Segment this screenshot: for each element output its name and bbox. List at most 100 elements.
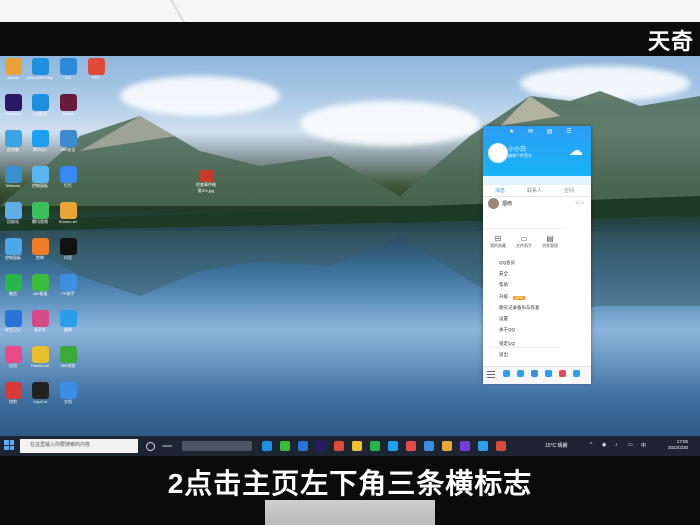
- desktop-icon[interactable]: 腾讯QQ: [29, 130, 51, 152]
- app-icon[interactable]: [424, 441, 434, 451]
- desktop-icon[interactable]: CapCut: [29, 382, 51, 404]
- menu-item-security[interactable]: 安全: [499, 271, 508, 277]
- desktop-icon[interactable]: 爱奇艺: [29, 310, 51, 332]
- edge-icon[interactable]: [262, 441, 272, 451]
- tab-messages[interactable]: 消息: [495, 187, 505, 194]
- desktop-icon[interactable]: PDF: [85, 58, 107, 80]
- weather-icon[interactable]: ☁: [569, 142, 583, 159]
- desktop-icon[interactable]: 回收站: [2, 202, 24, 224]
- desktop-icon[interactable]: 安全卫士: [2, 310, 24, 332]
- qq-header-icons[interactable]: ★ ✉ ▤ ☰: [509, 128, 577, 135]
- message-manager-button[interactable]: ▤ 消息管理: [538, 234, 562, 249]
- desktop-icon-label: 腾讯视频: [32, 219, 48, 224]
- volume-icon[interactable]: ♪: [615, 442, 618, 448]
- list-item[interactable]: 烟雨 10:11: [483, 197, 591, 211]
- desktop-icon[interactable]: iDown.net: [57, 202, 79, 224]
- desktop-icon[interactable]: Network: [2, 166, 24, 188]
- app-icon[interactable]: [478, 441, 488, 451]
- input-method-icon[interactable]: 中: [641, 442, 646, 449]
- desktop-icon[interactable]: FastStone: [29, 346, 51, 368]
- app-icon[interactable]: [460, 441, 470, 451]
- desktop-icon[interactable]: 文档: [57, 382, 79, 404]
- taskbar-app-strip[interactable]: [182, 441, 252, 451]
- more-icon[interactable]: [573, 370, 580, 377]
- desktop-icon[interactable]: Microsoft Edge: [27, 58, 53, 80]
- desktop-icon-label: Network: [5, 183, 21, 188]
- app-icon: [59, 238, 77, 255]
- desktop-icon[interactable]: 酷狗: [57, 310, 79, 332]
- tab-space[interactable]: 空间: [564, 187, 574, 194]
- avatar[interactable]: [488, 143, 508, 163]
- new-badge: NEW: [513, 296, 526, 300]
- desktop-icon[interactable]: 控制面板: [29, 166, 51, 188]
- menu-item-upgrade[interactable]: 升级: [499, 294, 508, 300]
- desktop-icon[interactable]: 腾讯视频: [29, 202, 51, 224]
- tab-contacts[interactable]: 联系人: [527, 187, 542, 194]
- desktop-icon[interactable]: 微信: [2, 274, 24, 296]
- app-icon: [31, 382, 49, 399]
- menu-item-backup[interactable]: 聊天记录备份与恢复: [499, 305, 540, 311]
- desktop-icon-label: 安全卫士: [5, 327, 21, 332]
- qq-nickname[interactable]: 小小白: [508, 144, 526, 153]
- menu-item-help[interactable]: 帮助: [499, 282, 508, 288]
- task-view-icon[interactable]: [146, 442, 155, 451]
- battery-icon[interactable]: ▭: [628, 442, 633, 448]
- menu-item-about[interactable]: 关于QQ: [499, 327, 515, 333]
- widgets-icon[interactable]: [162, 445, 172, 447]
- desktop-icon[interactable]: 应用: [2, 346, 24, 368]
- qzone-icon[interactable]: [517, 370, 524, 377]
- contacts-icon[interactable]: [503, 370, 510, 377]
- main-menu-button[interactable]: [486, 369, 496, 379]
- network-icon[interactable]: ◉: [602, 442, 606, 448]
- system-clock[interactable]: 17:05 2022/2/30: [668, 439, 688, 451]
- desktop-icon[interactable]: 快剪: [2, 382, 24, 404]
- desktop-icon[interactable]: 360极速: [29, 274, 51, 296]
- desktop-icon[interactable]: PP助手: [57, 274, 79, 296]
- windows-start-icon[interactable]: [4, 440, 14, 450]
- premiere-icon[interactable]: [316, 441, 326, 451]
- file-assistant-button[interactable]: ▭ 文件助手: [512, 234, 536, 249]
- desktop-icon[interactable]: Adobe: [57, 94, 79, 116]
- favorites-label: 我的收藏: [490, 243, 506, 248]
- app-icon[interactable]: [406, 441, 416, 451]
- desktop-icon[interactable]: QQ影音: [29, 94, 51, 116]
- desktop-icon-label: 控制面板: [5, 255, 21, 260]
- menu-item-vip[interactable]: QQ会员: [499, 260, 515, 266]
- file-icon[interactable]: [531, 370, 538, 377]
- desktop-icon[interactable]: 剪映: [29, 238, 51, 260]
- desktop-icon-label: 酷狗: [64, 327, 72, 332]
- desktop-icon[interactable]: 360浏览: [57, 346, 79, 368]
- app-icon[interactable]: [559, 370, 566, 377]
- folder-icon[interactable]: [352, 441, 362, 451]
- desktop-icon[interactable]: Adobe: [2, 58, 24, 80]
- contact-avatar: [488, 198, 499, 209]
- desktop-icon[interactable]: 抖音: [57, 238, 79, 260]
- chevron-up-icon[interactable]: ^: [590, 442, 592, 448]
- app-icon[interactable]: [298, 441, 308, 451]
- desktop-icon[interactable]: 钉钉: [57, 166, 79, 188]
- desktop-icon[interactable]: 控制面板: [2, 238, 24, 260]
- menu-item-exit[interactable]: 退出: [499, 352, 508, 358]
- desktop-icon[interactable]: VS: [57, 58, 79, 80]
- wechat-icon[interactable]: [370, 441, 380, 451]
- clock-date: 2022/2/30: [668, 445, 689, 450]
- desktop-icon[interactable]: 此电脑: [2, 130, 24, 152]
- pdf-icon[interactable]: [334, 441, 344, 451]
- app-icon[interactable]: [442, 441, 452, 451]
- qq-icon[interactable]: [388, 441, 398, 451]
- weather-status[interactable]: 15°C 晴朗: [545, 442, 568, 449]
- app-icon: [4, 94, 22, 111]
- game-icon[interactable]: [545, 370, 552, 377]
- qq-signature[interactable]: 编辑个性签名: [508, 153, 532, 159]
- search-bar[interactable]: [483, 176, 591, 185]
- desktop-icon[interactable]: 360安全: [57, 130, 79, 152]
- app-icon: [4, 130, 22, 147]
- favorites-button[interactable]: ⊟ 我的收藏: [486, 234, 510, 249]
- menu-item-settings[interactable]: 设置: [499, 316, 508, 322]
- desktop-icon[interactable]: Premiere: [2, 94, 24, 116]
- browser-icon[interactable]: [280, 441, 290, 451]
- app-icon[interactable]: [496, 441, 506, 451]
- desktop-file[interactable]: 检查事件概要4%.jpg: [196, 170, 216, 194]
- desktop-icon-label: CapCut: [33, 399, 47, 404]
- menu-item-lock[interactable]: 锁定QQ: [499, 341, 515, 347]
